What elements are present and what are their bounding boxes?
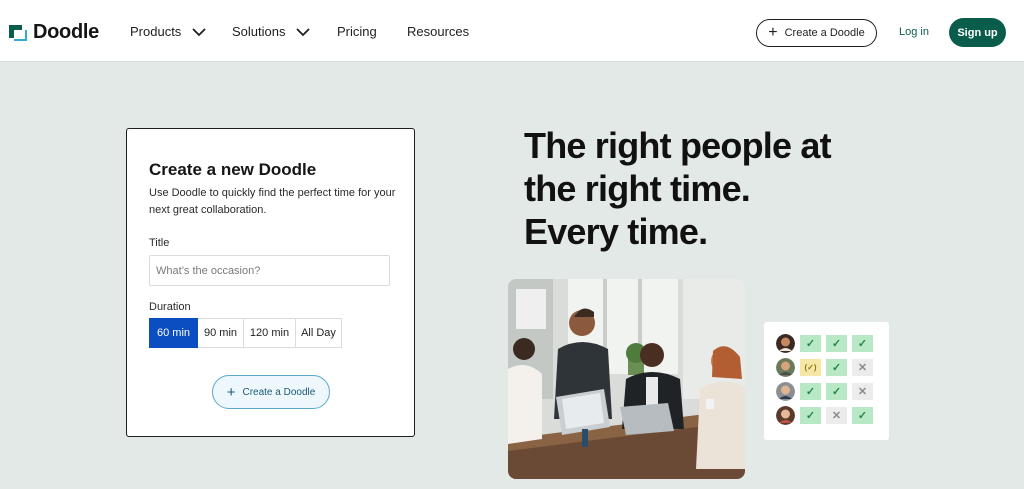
nav-item-resources[interactable]: Resources (407, 24, 469, 39)
check-icon: ✓ (831, 338, 842, 350)
check-icon: ✓ (805, 338, 816, 350)
create-doodle-button[interactable]: + Create a Doodle (756, 19, 877, 47)
nav-item-solutions[interactable]: Solutions (232, 24, 311, 39)
avatar (776, 358, 795, 377)
availability-row: ✓ ✓ ✕ (776, 382, 873, 401)
nav-item-label: Products (130, 24, 182, 39)
x-icon: ✕ (831, 410, 842, 422)
check-icon: ✓ (831, 386, 842, 398)
title-label: Title (149, 237, 170, 249)
brand-name: Doodle (33, 21, 99, 43)
availability-cell: ✕ (852, 383, 873, 400)
chevron-down-icon (296, 27, 311, 36)
card-create-doodle-button[interactable]: + Create a Doodle (212, 375, 330, 409)
duration-selector: 60 min 90 min 120 min All Day (149, 318, 342, 348)
availability-row: ✓ ✓ ✓ (776, 334, 873, 353)
availability-cell: (✓) (800, 359, 821, 376)
avatar (776, 334, 795, 353)
doodle-logo[interactable]: Doodle (9, 21, 99, 44)
hero-headline: The right people at the right time. Ever… (524, 124, 854, 253)
check-icon: ✓ (831, 362, 842, 374)
team-meeting-illustration (508, 279, 745, 479)
check-icon: ✓ (805, 410, 816, 422)
x-icon: ✕ (857, 386, 868, 398)
availability-cell: ✕ (852, 359, 873, 376)
signup-button[interactable]: Sign up (949, 18, 1006, 47)
check-icon: ✓ (805, 386, 816, 398)
team-meeting-photo (508, 279, 745, 479)
availability-cell: ✓ (826, 359, 847, 376)
create-doodle-card: Create a new Doodle Use Doodle to quickl… (126, 128, 415, 437)
availability-cell: ✓ (852, 335, 873, 352)
duration-option-120[interactable]: 120 min (244, 318, 296, 348)
duration-label: Duration (149, 301, 191, 313)
chevron-down-icon (192, 27, 206, 36)
create-doodle-label: Create a Doodle (784, 27, 865, 39)
duration-option-90[interactable]: 90 min (198, 318, 244, 348)
check-icon: ✓ (857, 410, 868, 422)
card-heading: Create a new Doodle (149, 160, 317, 179)
duration-option-all-day[interactable]: All Day (296, 318, 342, 348)
nav-item-pricing[interactable]: Pricing (337, 24, 377, 39)
nav-item-products[interactable]: Products (130, 24, 207, 39)
duration-option-60[interactable]: 60 min (149, 318, 198, 348)
availability-cell: ✓ (800, 335, 821, 352)
availability-cell: ✓ (826, 383, 847, 400)
x-icon: ✕ (857, 362, 868, 374)
availability-cell: ✓ (852, 407, 873, 424)
login-link[interactable]: Log in (899, 26, 929, 38)
hero-line-3: Every time. (524, 211, 708, 252)
check-icon: ✓ (857, 338, 868, 350)
nav-item-label: Pricing (337, 24, 377, 39)
top-navigation: Doodle Products Solutions Pricing Resour… (0, 0, 1024, 62)
availability-cell: ✕ (826, 407, 847, 424)
plus-icon: + (768, 24, 778, 41)
card-create-doodle-label: Create a Doodle (242, 386, 316, 398)
availability-cell: ✓ (826, 335, 847, 352)
card-description: Use Doodle to quickly find the perfect t… (149, 187, 396, 216)
avatar (776, 406, 795, 425)
hero-line-2: the right time. (524, 168, 751, 209)
check-in-parentheses-icon: (✓) (804, 363, 817, 372)
availability-cell: ✓ (800, 407, 821, 424)
nav-item-label: Solutions (232, 24, 286, 39)
availability-grid: ✓ ✓ ✓ (✓) ✓ ✕ ✓ ✓ ✕ ✓ ✕ ✓ (764, 322, 889, 440)
nav-item-label: Resources (407, 24, 470, 39)
plus-icon: + (226, 383, 236, 401)
availability-cell: ✓ (800, 383, 821, 400)
doodle-logo-icon (9, 24, 27, 41)
hero-line-1: The right people at (524, 125, 832, 166)
availability-row: ✓ ✕ ✓ (776, 406, 873, 425)
avatar (776, 382, 795, 401)
availability-row: (✓) ✓ ✕ (776, 358, 873, 377)
title-input[interactable] (149, 255, 390, 286)
